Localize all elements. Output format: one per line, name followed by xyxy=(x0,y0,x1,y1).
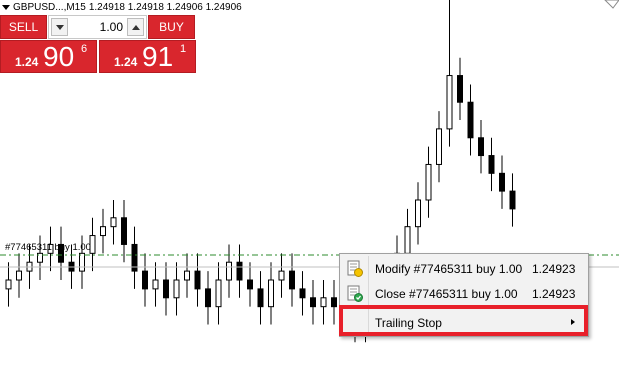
order-line-label[interactable]: #77465311 buy 1.00 xyxy=(5,242,91,253)
candle-body xyxy=(299,288,306,299)
modify-order-icon xyxy=(347,260,363,277)
menu-separator xyxy=(372,307,584,308)
candle-body xyxy=(110,217,117,228)
candle-body xyxy=(331,297,337,308)
menu-item-close-order[interactable]: Close #77465311 buy 1.00 1.24923 xyxy=(341,281,587,306)
one-click-trading-panel: SELL BUY 1.24 90 6 1.24 91 1 xyxy=(0,15,196,73)
volume-increase-button[interactable] xyxy=(127,18,144,36)
candle-body xyxy=(215,279,222,308)
candle-body xyxy=(278,270,285,281)
candle-body xyxy=(16,270,22,281)
menu-item-label: Trailing Stop xyxy=(375,315,442,330)
sell-price-pipette: 6 xyxy=(81,43,88,55)
candle-body xyxy=(310,297,316,308)
ohlc-values: 1.24918 1.24918 1.24906 1.24906 xyxy=(88,2,242,13)
chevron-down-icon[interactable] xyxy=(2,5,10,10)
candle-body xyxy=(488,155,495,174)
menu-item-label: Modify #77465311 buy 1.00 xyxy=(375,261,523,276)
candle-body xyxy=(184,270,190,281)
buy-button[interactable]: BUY xyxy=(148,15,195,39)
buy-button-label: BUY xyxy=(159,20,184,34)
candle-body xyxy=(320,297,327,308)
buy-price-button[interactable]: 1.24 91 1 xyxy=(99,40,196,73)
candle-body xyxy=(79,252,85,272)
candle-body xyxy=(100,226,106,237)
candle-body xyxy=(467,101,474,139)
candle-body xyxy=(415,199,421,228)
sell-button[interactable]: SELL xyxy=(0,15,47,39)
sell-button-label: SELL xyxy=(8,20,39,34)
candle-body xyxy=(163,279,169,299)
volume-input[interactable] xyxy=(70,18,126,36)
sell-price-big: 90 xyxy=(43,41,75,72)
candle-body xyxy=(142,270,148,290)
candle-body xyxy=(289,270,295,290)
candle-body xyxy=(478,137,484,157)
candle-body xyxy=(205,288,211,308)
menu-item-trailing-stop[interactable]: Trailing Stop xyxy=(341,310,587,335)
chevron-down-icon xyxy=(55,24,64,30)
buy-price-prefix: 1.24 xyxy=(114,55,138,69)
candle-body xyxy=(425,163,432,201)
close-order-icon xyxy=(347,285,363,302)
candle-body xyxy=(173,279,180,299)
candle-body xyxy=(121,217,127,245)
volume-decrease-button[interactable] xyxy=(51,18,68,36)
volume-stepper xyxy=(48,15,147,39)
candle-body xyxy=(152,279,159,290)
chevron-right-icon xyxy=(571,319,575,325)
symbol-label: GBPUSD...,M15 xyxy=(13,2,86,13)
candle-body xyxy=(509,190,516,210)
chevron-up-icon xyxy=(131,24,140,30)
candle-body xyxy=(268,279,274,308)
buy-price-pipette: 1 xyxy=(180,43,187,55)
candle-body xyxy=(499,172,505,192)
menu-item-modify-order[interactable]: Modify #77465311 buy 1.00 1.24923 xyxy=(341,256,587,281)
chart-corner-marker xyxy=(604,0,619,9)
candle-body xyxy=(5,279,12,290)
chart-title-bar: GBPUSD...,M15 1.24918 1.24918 1.24906 1.… xyxy=(2,1,242,14)
candle-body xyxy=(446,75,453,130)
candle-body xyxy=(457,75,463,103)
context-menu: Modify #77465311 buy 1.00 1.24923 Close … xyxy=(339,253,589,337)
candle-body xyxy=(257,288,264,308)
candle-body xyxy=(436,128,442,165)
candle-body xyxy=(404,226,411,254)
buy-price-big: 91 xyxy=(142,41,174,72)
candle-body xyxy=(247,279,253,290)
candle-body xyxy=(226,261,232,281)
menu-item-label: Close #77465311 buy 1.00 xyxy=(375,286,518,301)
menu-item-price: 1.24923 xyxy=(532,286,576,301)
candle-body xyxy=(236,261,243,281)
candle-body xyxy=(194,270,201,290)
menu-item-price: 1.24923 xyxy=(532,261,576,276)
sell-price-button[interactable]: 1.24 90 6 xyxy=(0,40,97,73)
sell-price-prefix: 1.24 xyxy=(15,55,39,69)
